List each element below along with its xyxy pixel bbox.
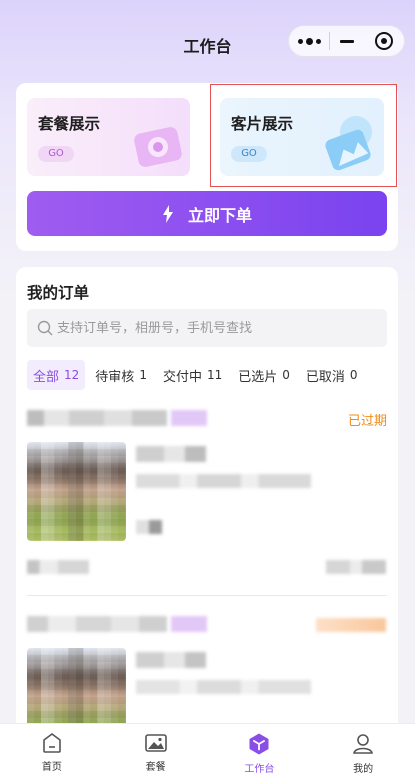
order-status-redacted — [316, 618, 386, 632]
photo-icon — [325, 116, 372, 171]
home-icon — [43, 733, 61, 753]
tabbar-label: 首页 — [41, 762, 62, 773]
order-status-tabs: 全部 12 待审核 1 交付中 11 已选片 0 已取消 0 — [27, 360, 368, 390]
image-icon — [144, 734, 167, 752]
orders-card: 我的订单 全部 12 待审核 1 交付中 11 已选片 0 已取消 0 — [16, 267, 398, 747]
search-bar — [27, 309, 387, 347]
package-showcase-title: 套餐展示 — [38, 115, 101, 133]
order-number-redacted — [27, 410, 167, 426]
tab-label: 已选片 — [238, 369, 278, 385]
order-title-redacted — [136, 446, 206, 462]
tab-selected[interactable]: 已选片 0 — [232, 360, 296, 390]
order-now-label: 立即下单 — [187, 205, 252, 225]
cube-icon — [249, 733, 269, 755]
more-button[interactable] — [289, 26, 329, 56]
tabbar-label: 工作台 — [244, 764, 275, 775]
navigation-bar: 工作台 — [0, 0, 415, 84]
lightning-icon — [162, 204, 173, 223]
tabbar-workbench[interactable]: 工作台 — [208, 724, 312, 779]
order-footer-right-redacted — [326, 560, 386, 574]
bottom-tab-bar: 首页 套餐 工作台 我的 — [0, 723, 415, 779]
user-icon — [353, 734, 374, 754]
tab-cancelled[interactable]: 已取消 0 — [300, 360, 364, 390]
tab-count: 0 — [349, 368, 358, 382]
order-thumbnail — [27, 442, 126, 541]
search-icon — [37, 320, 53, 336]
order-tag-redacted — [171, 616, 207, 632]
orders-title: 我的订单 — [27, 284, 90, 302]
tab-count: 0 — [282, 368, 290, 382]
order-price-redacted — [136, 520, 162, 534]
tab-pending-review[interactable]: 待审核 1 — [89, 360, 153, 390]
order-now-button[interactable]: 立即下单 — [27, 191, 387, 236]
tab-label: 已取消 — [305, 369, 345, 385]
tab-count: 12 — [64, 368, 80, 382]
tabbar-me[interactable]: 我的 — [311, 724, 415, 779]
order-title-redacted — [136, 652, 206, 668]
tab-delivering[interactable]: 交付中 11 — [157, 360, 228, 390]
mini-program-capsule — [288, 25, 405, 57]
promo-card: 套餐展示 GO 客片展示 GO 立即下单 — [16, 83, 398, 251]
sample-showcase-title: 客片展示 — [231, 115, 294, 133]
minus-icon — [339, 39, 354, 43]
more-dots-icon — [297, 37, 321, 45]
tab-count: 11 — [206, 368, 223, 382]
order-detail-redacted — [136, 680, 311, 694]
order-detail-redacted — [136, 474, 311, 488]
tabbar-home[interactable]: 首页 — [0, 724, 104, 779]
tab-count: 1 — [139, 368, 147, 382]
order-tag-redacted — [171, 410, 207, 426]
target-circle-icon — [374, 32, 393, 50]
package-showcase-card[interactable]: 套餐展示 GO — [27, 98, 190, 176]
order-divider — [27, 595, 387, 596]
tab-label: 待审核 — [95, 369, 135, 385]
sample-showcase-card[interactable]: 客片展示 GO — [220, 98, 384, 176]
search-input[interactable] — [57, 320, 377, 336]
sample-go-badge: GO — [231, 146, 267, 162]
minimize-button[interactable] — [330, 26, 364, 56]
package-go-badge: GO — [38, 146, 74, 162]
close-button[interactable] — [364, 26, 404, 56]
tabbar-label: 我的 — [353, 764, 374, 775]
tab-label: 全部 — [33, 369, 60, 385]
tab-label: 交付中 — [162, 369, 202, 385]
tabbar-package[interactable]: 套餐 — [104, 724, 208, 779]
order-number-redacted — [27, 616, 167, 632]
tabbar-label: 套餐 — [145, 762, 166, 773]
tab-all[interactable]: 全部 12 — [27, 360, 86, 390]
camera-icon — [128, 127, 182, 172]
order-status: 已过期 — [347, 414, 387, 429]
order-footer-left-redacted — [27, 560, 89, 574]
